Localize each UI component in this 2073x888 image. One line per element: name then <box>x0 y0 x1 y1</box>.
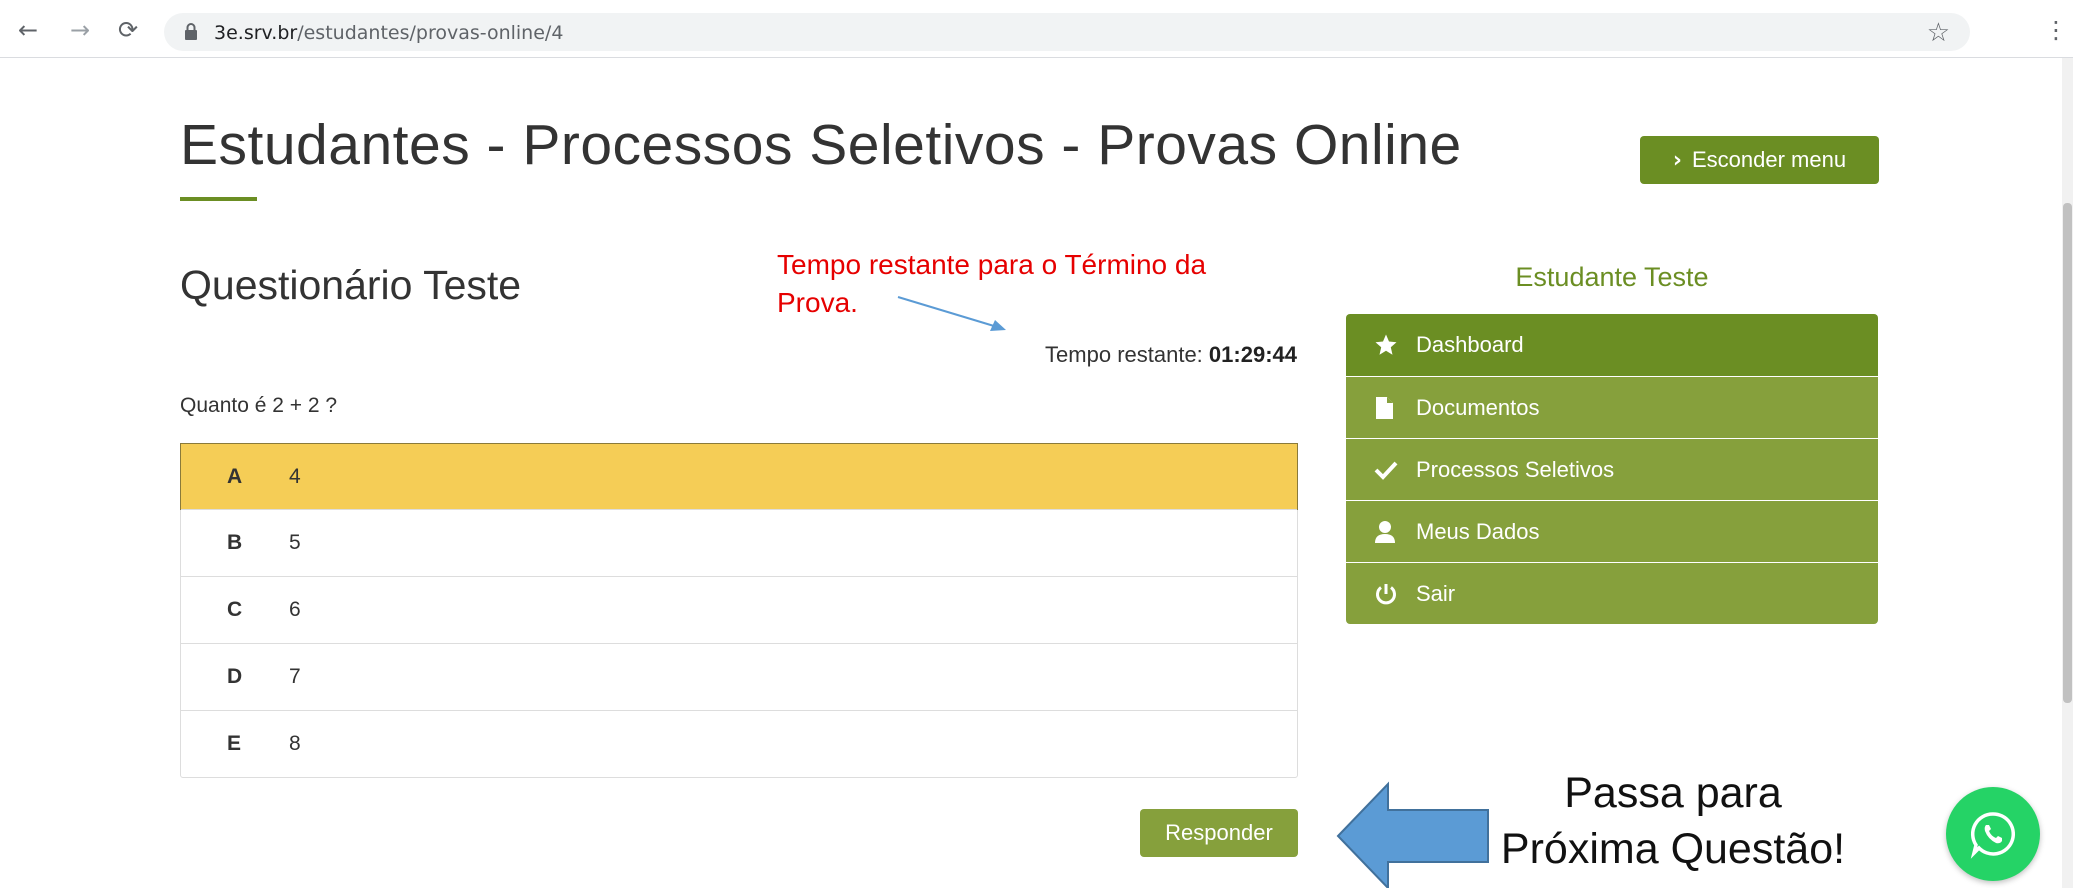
option-value: 5 <box>289 531 301 554</box>
sidebar-item-meus-dados[interactable]: Meus Dados <box>1346 500 1878 562</box>
sidebar-item-label: Meus Dados <box>1416 518 1540 544</box>
question-text: Quanto é 2 + 2 ? <box>180 394 338 417</box>
answer-option-a[interactable]: A 4 <box>180 443 1298 510</box>
power-icon <box>1374 582 1416 606</box>
sidebar-item-label: Processos Seletivos <box>1416 456 1615 482</box>
url-host: 3e.srv.br <box>214 22 298 44</box>
annotation-arrow-icon <box>897 296 1006 331</box>
timer-label: Tempo restante: <box>1045 342 1203 367</box>
option-value: 6 <box>289 598 301 621</box>
check-icon <box>1374 458 1416 482</box>
sidebar-item-label: Dashboard <box>1416 332 1524 357</box>
option-letter: B <box>227 531 243 554</box>
left-arrow-annotation-icon <box>1336 781 1489 888</box>
option-value: 8 <box>289 732 301 755</box>
answer-option-c[interactable]: C 6 <box>181 576 1297 643</box>
forward-arrow-icon[interactable]: → <box>66 16 94 44</box>
sidebar-item-sair[interactable]: Sair <box>1346 562 1878 624</box>
answer-option-e[interactable]: E 8 <box>181 710 1297 777</box>
sidebar-item-label: Documentos <box>1416 394 1540 420</box>
browser-menu-icon[interactable]: ⋮ <box>2044 16 2068 44</box>
sidebar-item-label: Sair <box>1416 580 1456 606</box>
bookmark-star-icon[interactable]: ☆ <box>1927 18 1950 48</box>
page-scrollbar[interactable] <box>2062 58 2073 888</box>
url-path: /estudantes/provas-online/4 <box>297 22 564 44</box>
answer-options: A 4 B 5 C 6 D 7 E 8 <box>180 443 1298 778</box>
time-remaining: Tempo restante: 01:29:44 <box>1045 342 1297 368</box>
hide-menu-label: Esconder menu <box>1691 147 1847 172</box>
answer-option-d[interactable]: D 7 <box>181 643 1297 710</box>
hide-menu-button[interactable]: › Esconder menu <box>1640 136 1879 184</box>
page-title: Estudantes - Processos Seletivos - Prova… <box>180 113 1462 177</box>
option-letter: D <box>227 665 243 688</box>
user-icon <box>1374 520 1416 544</box>
sidebar-item-documentos[interactable]: Documentos <box>1346 376 1878 438</box>
title-underline <box>180 197 257 201</box>
document-icon <box>1374 396 1416 420</box>
reload-icon[interactable]: ⟳ <box>114 16 142 44</box>
option-letter: A <box>227 464 243 488</box>
next-question-line-1: Passa para <box>1564 769 1782 817</box>
timer-value: 01:29:44 <box>1208 342 1297 367</box>
lock-icon <box>185 23 197 40</box>
answer-option-b[interactable]: B 5 <box>181 509 1297 576</box>
option-letter: E <box>227 732 242 755</box>
student-name: Estudante Teste <box>1515 262 1709 292</box>
option-letter: C <box>227 598 243 621</box>
sidebar-item-processos-seletivos[interactable]: Processos Seletivos <box>1346 438 1878 500</box>
address-bar[interactable]: 3e.srv.br/estudantes/provas-online/4 ☆ <box>164 13 1970 51</box>
side-menu: Dashboard Documentos Processos Seletivos… <box>1346 314 1878 624</box>
whatsapp-icon <box>1970 812 2016 859</box>
star-icon <box>1374 333 1416 357</box>
next-question-line-2: Próxima Questão! <box>1500 825 1846 873</box>
chevron-right-icon: › <box>1672 147 1682 173</box>
quiz-title: Questionário Teste <box>180 262 522 308</box>
back-arrow-icon[interactable]: ← <box>14 16 42 44</box>
option-value: 7 <box>289 665 301 688</box>
scrollbar-thumb[interactable] <box>2063 203 2072 703</box>
browser-toolbar: ← → ⟳ 3e.srv.br/estudantes/provas-online… <box>0 0 2073 58</box>
url-text: 3e.srv.br/estudantes/provas-online/4 <box>214 22 563 44</box>
timer-annotation-note: Tempo restante para o Término da Prova. <box>777 249 1207 318</box>
reply-button[interactable]: Responder <box>1140 809 1298 857</box>
option-value: 4 <box>289 464 301 488</box>
next-question-annotation: Passa para Próxima Questão! <box>1486 765 1860 877</box>
whatsapp-button[interactable] <box>1946 787 2040 881</box>
sidebar-item-dashboard[interactable]: Dashboard <box>1346 314 1878 376</box>
